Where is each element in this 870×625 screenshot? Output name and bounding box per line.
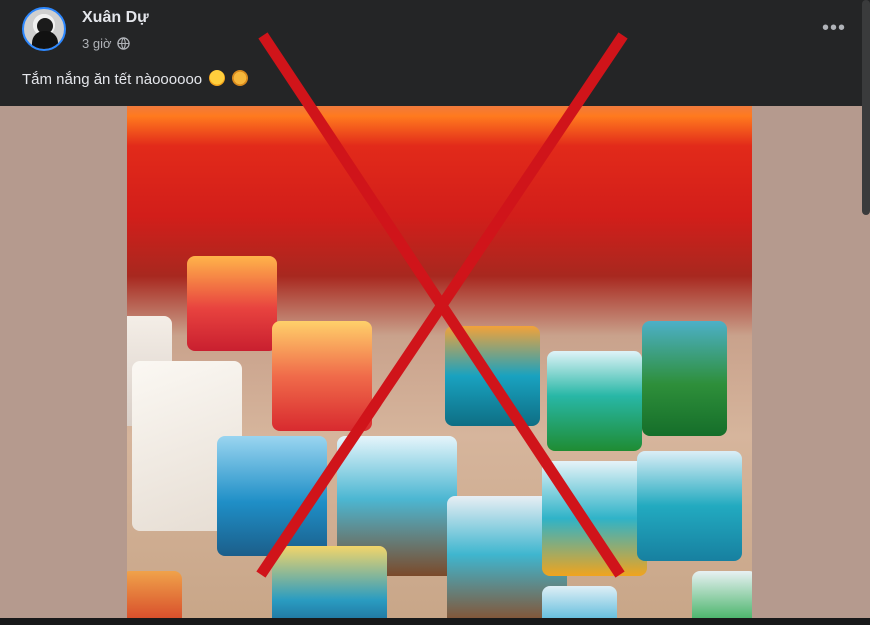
keycap-multicolor xyxy=(272,546,387,618)
keycap-red xyxy=(187,256,277,351)
keycap-teal xyxy=(445,326,540,426)
keycap-aqua xyxy=(637,451,742,561)
globe-icon[interactable] xyxy=(116,37,130,50)
bottom-bar xyxy=(0,618,870,625)
scrollbar[interactable] xyxy=(862,0,870,215)
keycap-blue xyxy=(217,436,327,556)
post-header: Xuân Dự 3 giờ ••• Tắm nắng ăn tết nàoooo… xyxy=(0,0,870,106)
keycap-green xyxy=(547,351,642,451)
smiling-face-emoji-icon xyxy=(209,70,226,86)
keycap-red-bottom xyxy=(127,571,182,618)
more-options-button[interactable]: ••• xyxy=(818,14,850,42)
avatar-body-shape xyxy=(32,31,58,49)
keycap-green-bottom xyxy=(692,571,752,618)
post-text: Tắm nắng ăn tết nàoooooo xyxy=(22,70,249,88)
author-name[interactable]: Xuân Dự xyxy=(82,9,149,27)
keycap-blue-bottom xyxy=(542,586,617,618)
keycap-red xyxy=(272,321,372,431)
post-timestamp[interactable]: 3 giờ xyxy=(82,36,112,51)
post-meta: 3 giờ xyxy=(82,36,130,51)
keycap-green xyxy=(642,321,727,436)
keycap-aqua xyxy=(542,461,647,576)
gift-emoji-icon xyxy=(232,70,249,86)
avatar[interactable] xyxy=(22,7,66,51)
post-caption: Tắm nắng ăn tết nàoooooo xyxy=(22,71,203,88)
post-photo[interactable] xyxy=(127,106,752,618)
